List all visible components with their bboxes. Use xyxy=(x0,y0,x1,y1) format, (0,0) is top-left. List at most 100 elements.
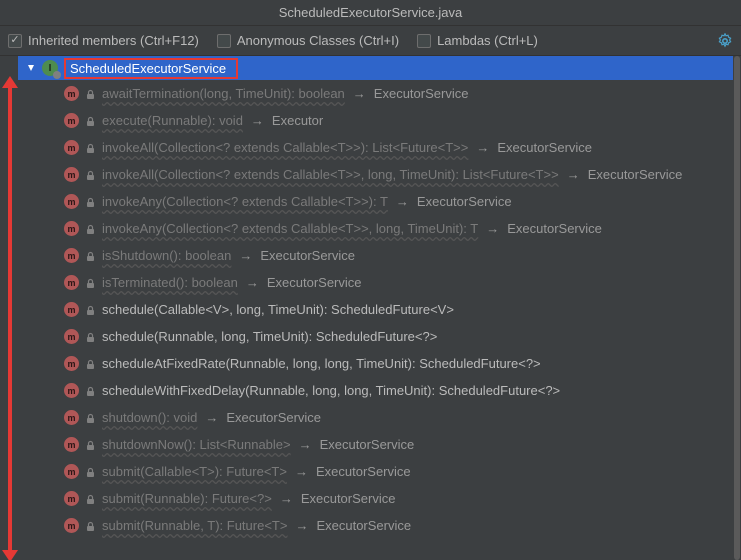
lock-icon xyxy=(85,466,96,477)
method-signature: awaitTermination(long, TimeUnit): boolea… xyxy=(102,86,345,101)
origin-class: ExecutorService xyxy=(320,437,415,452)
gear-icon[interactable] xyxy=(717,33,733,49)
origin-class: ExecutorService xyxy=(316,464,411,479)
method-icon: m xyxy=(64,140,79,155)
origin-class: ExecutorService xyxy=(507,221,602,236)
member-row[interactable]: minvokeAll(Collection<? extends Callable… xyxy=(64,161,733,188)
method-icon: m xyxy=(64,86,79,101)
member-row[interactable]: m awaitTermination(long, TimeUnit): boole… xyxy=(64,80,733,107)
lock-icon xyxy=(85,196,96,207)
lock-icon xyxy=(85,304,96,315)
lock-icon xyxy=(85,223,96,234)
member-row[interactable]: misTerminated(): boolean →ExecutorServic… xyxy=(64,269,733,296)
arrow-icon: → xyxy=(239,248,252,263)
arrow-icon: → xyxy=(205,410,218,425)
checkbox-icon xyxy=(8,34,22,48)
method-icon: m xyxy=(64,383,79,398)
origin-class: Executor xyxy=(272,113,323,128)
lock-icon xyxy=(85,331,96,342)
arrow-icon: → xyxy=(299,437,312,452)
arrow-icon: → xyxy=(476,140,489,155)
origin-class: ExecutorService xyxy=(260,248,355,263)
method-icon: m xyxy=(64,356,79,371)
method-signature: invokeAny(Collection<? extends Callable<… xyxy=(102,221,478,236)
arrow-icon: → xyxy=(295,518,308,533)
origin-class: ExecutorService xyxy=(374,86,469,101)
member-row[interactable]: m scheduleAtFixedRate(Runnable, long, lon… xyxy=(64,350,733,377)
class-name: ScheduledExecutorService xyxy=(64,58,238,79)
method-icon: m xyxy=(64,329,79,344)
interface-icon: I xyxy=(42,60,58,76)
method-signature: submit(Callable<T>): Future<T> xyxy=(102,464,287,479)
origin-class: ExecutorService xyxy=(226,410,321,425)
method-icon: m xyxy=(64,518,79,533)
origin-class: ExecutorService xyxy=(497,140,592,155)
method-signature: shutdown(): void xyxy=(102,410,197,425)
inherited-members-checkbox[interactable]: Inherited members (Ctrl+F12) xyxy=(8,33,199,48)
method-signature: submit(Runnable): Future<?> xyxy=(102,491,272,506)
member-row[interactable]: msubmit(Runnable): Future<?> →ExecutorSe… xyxy=(64,485,733,512)
method-icon: m xyxy=(64,491,79,506)
method-icon: m xyxy=(64,437,79,452)
member-row[interactable]: m invokeAll(Collection<? extends Callable… xyxy=(64,134,733,161)
titlebar: ScheduledExecutorService.java xyxy=(0,0,741,26)
lock-icon xyxy=(85,277,96,288)
method-icon: m xyxy=(64,248,79,263)
method-icon: m xyxy=(64,221,79,236)
lock-icon xyxy=(85,250,96,261)
method-signature: shutdownNow(): List<Runnable> xyxy=(102,437,291,452)
checkbox-icon xyxy=(217,34,231,48)
origin-class: ExecutorService xyxy=(588,167,683,182)
structure-tree[interactable]: I ScheduledExecutorService m awaitTermina… xyxy=(18,56,733,560)
method-signature: invokeAll(Collection<? extends Callable<… xyxy=(102,140,468,155)
lock-badge-icon xyxy=(53,71,61,79)
vertical-scrollbar[interactable] xyxy=(733,56,741,560)
lock-icon xyxy=(85,88,96,99)
annotation-gutter xyxy=(0,56,18,560)
method-signature: submit(Runnable, T): Future<T> xyxy=(102,518,287,533)
origin-class: ExecutorService xyxy=(316,518,411,533)
toolbar: Inherited members (Ctrl+F12) Anonymous C… xyxy=(0,26,741,56)
red-double-arrow-annotation xyxy=(8,86,12,552)
member-row[interactable]: mscheduleWithFixedDelay(Runnable, long, … xyxy=(64,377,733,404)
lock-icon xyxy=(85,142,96,153)
checkbox-label: Lambdas (Ctrl+L) xyxy=(437,33,538,48)
arrow-icon: → xyxy=(353,86,366,101)
origin-class: ExecutorService xyxy=(267,275,362,290)
lock-icon xyxy=(85,412,96,423)
class-row[interactable]: I ScheduledExecutorService xyxy=(18,56,733,80)
method-icon: m xyxy=(64,167,79,182)
member-row[interactable]: misShutdown(): boolean →ExecutorService xyxy=(64,242,733,269)
member-row[interactable]: m shutdownNow(): List<Runnable> → Executor… xyxy=(64,431,733,458)
lock-icon xyxy=(85,115,96,126)
method-signature: execute(Runnable): void xyxy=(102,113,243,128)
method-signature: scheduleAtFixedRate(Runnable, long, long… xyxy=(102,356,541,371)
scroll-thumb[interactable] xyxy=(734,56,740,560)
lock-icon xyxy=(85,439,96,450)
arrow-icon: → xyxy=(486,221,499,236)
expand-arrow-icon[interactable] xyxy=(26,63,36,73)
lock-icon xyxy=(85,385,96,396)
method-icon: m xyxy=(64,302,79,317)
member-row[interactable]: msubmit(Callable<T>): Future<T> →Executo… xyxy=(64,458,733,485)
members-list: m awaitTermination(long, TimeUnit): boole… xyxy=(18,80,733,539)
member-row[interactable]: mschedule(Runnable, long, TimeUnit): Sch… xyxy=(64,323,733,350)
lock-icon xyxy=(85,520,96,531)
checkbox-icon xyxy=(417,34,431,48)
member-row[interactable]: m shutdown(): void → ExecutorService xyxy=(64,404,733,431)
member-row[interactable]: minvokeAny(Collection<? extends Callable… xyxy=(64,188,733,215)
lock-icon xyxy=(85,358,96,369)
arrow-icon: → xyxy=(246,275,259,290)
member-row[interactable]: m submit(Runnable, T): Future<T> → Executo… xyxy=(64,512,733,539)
anonymous-classes-checkbox[interactable]: Anonymous Classes (Ctrl+I) xyxy=(217,33,399,48)
method-signature: invokeAny(Collection<? extends Callable<… xyxy=(102,194,388,209)
member-row[interactable]: m invokeAny(Collection<? extends Callable… xyxy=(64,215,733,242)
arrow-icon: → xyxy=(567,167,580,182)
member-row[interactable]: mschedule(Callable<V>, long, TimeUnit): … xyxy=(64,296,733,323)
lambdas-checkbox[interactable]: Lambdas (Ctrl+L) xyxy=(417,33,538,48)
member-row[interactable]: mexecute(Runnable): void →Executor xyxy=(64,107,733,134)
checkbox-label: Inherited members (Ctrl+F12) xyxy=(28,33,199,48)
method-icon: m xyxy=(64,410,79,425)
origin-class: ExecutorService xyxy=(301,491,396,506)
structure-popup: ScheduledExecutorService.java Inherited … xyxy=(0,0,741,560)
